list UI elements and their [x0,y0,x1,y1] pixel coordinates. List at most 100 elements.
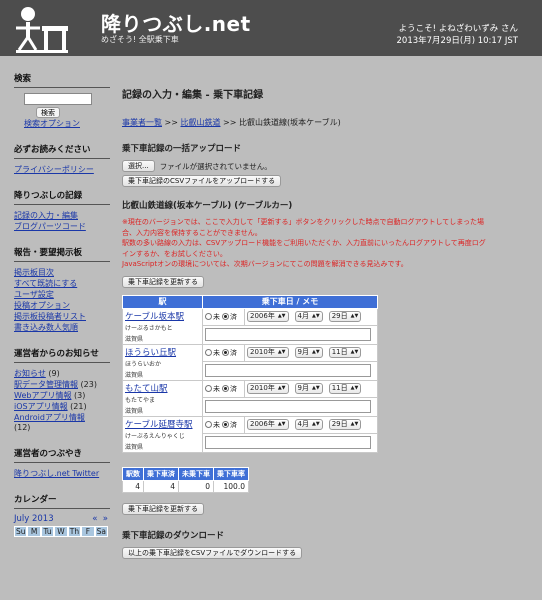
logo-figure-icon[interactable] [14,4,70,54]
radio-not-visited[interactable]: 未 [205,312,220,322]
privacy-policy-link[interactable]: プライバシーポリシー [14,164,110,175]
breadcrumb-operators[interactable]: 事業者一覧 [122,118,162,127]
news-item: iOSアプリ情報 (21) [14,401,110,412]
month-select[interactable]: 9月 ▲▼ [294,383,323,395]
select-arrows-icon: ▲▼ [277,349,286,356]
radio-on-icon [222,313,229,321]
year-value: 2006年 [250,312,275,321]
select-arrows-icon: ▲▼ [350,313,359,320]
news-link[interactable]: お知らせ [14,369,46,378]
poster-list-link[interactable]: 掲示板投稿者リスト [14,311,110,322]
radio-label: 済 [230,348,237,357]
date-cell: 2006年 ▲▼ 4月 ▲▼ 29日 ▲▼ [244,415,378,434]
radio-label: 済 [230,312,237,321]
post-options-link[interactable]: 投稿オプション [14,300,110,311]
download-csv-button[interactable]: 以上の乗下車記録をCSVファイルでダウンロードする [122,546,303,559]
update-records-button[interactable]: 乗下車記録を更新する [122,275,204,288]
radio-label: 未 [213,348,220,357]
memo-input[interactable] [205,328,371,342]
upload-csv-button[interactable]: 乗下車記録のCSVファイルをアップロードする [122,175,282,187]
twitter-link[interactable]: 降りつぶし.net Twitter [14,468,110,479]
news-heading: 運営者からのお知らせ [14,347,110,363]
calendar-month[interactable]: July 2013 [14,514,54,524]
radio-visited[interactable]: 済 [222,312,237,322]
station-name-link[interactable]: もたて山駅 [125,384,168,394]
year-select[interactable]: 2006年 ▲▼ [247,311,289,323]
year-select[interactable]: 2010年 ▲▼ [247,383,289,395]
radio-not-visited[interactable]: 未 [205,420,220,430]
memo-cell [202,432,378,453]
search-options-link[interactable]: 検索オプション [24,118,80,129]
select-arrows-icon: ▲▼ [312,349,320,356]
breadcrumb-company[interactable]: 比叡山鉄道 [181,118,221,127]
news-link[interactable]: Webアプリ情報 [14,391,71,400]
day-value: 11日 [331,384,348,393]
year-value: 2010年 [250,384,275,393]
notice-line: インするか、をお試しください。 [122,249,227,258]
calendar-next-button[interactable]: » [103,514,108,524]
month-select[interactable]: 4月 ▲▼ [294,419,323,431]
calendar-prev-button[interactable]: « [92,514,97,524]
station-kana: けーぶるえんりゃくじ [125,432,185,440]
radio-visited[interactable]: 済 [222,348,237,358]
news-count: (21) [70,402,87,411]
day-select[interactable]: 29日 ▲▼ [328,311,362,323]
day-value: 11日 [331,348,348,357]
calendar: July 2013 « » Su M Tu W Th F Sa [14,514,108,537]
radio-on-icon [222,385,229,393]
mark-all-read-link[interactable]: すべて既読にする [14,278,110,289]
year-select[interactable]: 2006年 ▲▼ [247,419,289,431]
month-value: 4月 [297,312,309,321]
update-records-button-bottom[interactable]: 乗下車記録を更新する [122,502,204,515]
radio-visited[interactable]: 済 [222,420,237,430]
news-link[interactable]: 駅データ管理情報 [14,380,78,389]
year-select[interactable]: 2010年 ▲▼ [247,347,289,359]
radio-not-visited[interactable]: 未 [205,348,220,358]
date-cell: 2006年 ▲▼ 4月 ▲▼ 29日 ▲▼ [244,307,378,326]
memo-input[interactable] [205,400,371,414]
month-select[interactable]: 9月 ▲▼ [294,347,323,359]
search-input[interactable] [24,93,92,105]
file-chooser: 選択... ファイルが選択されていません。 [122,160,532,172]
current-datetime: 2013年7月29日(月) 10:17 JST [396,36,518,46]
news-count: (23) [80,380,97,389]
notice-line: 合、入力内容を保持することができません。 [122,228,262,237]
select-arrows-icon: ▲▼ [277,385,286,392]
summary-header: 乗下車率 [213,466,249,481]
day-select[interactable]: 11日 ▲▼ [328,347,362,359]
station-name-link[interactable]: ケーブル延暦寺駅 [125,420,193,430]
radio-visited[interactable]: 済 [222,384,237,394]
user-settings-link[interactable]: ユーザ設定 [14,289,110,300]
choose-file-button[interactable]: 選択... [122,160,155,172]
news-link[interactable]: iOSアプリ情報 [14,402,68,411]
station-name-link[interactable]: ほうらい丘駅 [125,348,176,358]
day-select[interactable]: 29日 ▲▼ [328,419,362,431]
year-value: 2010年 [250,348,275,357]
record-edit-link[interactable]: 記録の入力・編集 [14,210,110,221]
blog-parts-link[interactable]: ブログパーツコード [14,221,110,232]
memo-input[interactable] [205,436,371,450]
select-arrows-icon: ▲▼ [312,421,320,428]
column-date-memo: 乗下車日 / メモ [202,294,378,309]
site-title[interactable]: 降りつぶし.net [101,8,251,37]
board-index-link[interactable]: 掲示板目次 [14,267,110,278]
search-button[interactable]: 検索 [36,107,60,118]
day-select[interactable]: 11日 ▲▼ [328,383,362,395]
news-item: Webアプリ情報 (3) [14,390,110,401]
records-heading: 降りつぶしの記録 [14,189,110,205]
radio-not-visited[interactable]: 未 [205,384,220,394]
station-table: 駅 乗下車日 / メモ ケーブル坂本駅 けーぶるさかもと 滋賀県未済 2006年 ▲▼ 4… [122,294,378,453]
radio-label: 済 [230,420,237,429]
month-select[interactable]: 4月 ▲▼ [294,311,323,323]
radio-off-icon [205,349,212,357]
news-link[interactable]: Androidアプリ情報 [14,413,85,422]
station-kana: ほうらいおか [125,360,162,368]
station-cell: ケーブル坂本駅 けーぶるさかもと 滋賀県 [122,307,203,345]
station-name-link[interactable]: ケーブル坂本駅 [125,312,184,322]
select-arrows-icon: ▲▼ [350,385,359,392]
memo-input[interactable] [205,364,371,378]
weekday-label: Sa [94,526,108,537]
radio-label: 済 [230,384,237,393]
popular-posts-link[interactable]: 書き込み数人気順 [14,322,110,333]
select-arrows-icon: ▲▼ [312,385,320,392]
